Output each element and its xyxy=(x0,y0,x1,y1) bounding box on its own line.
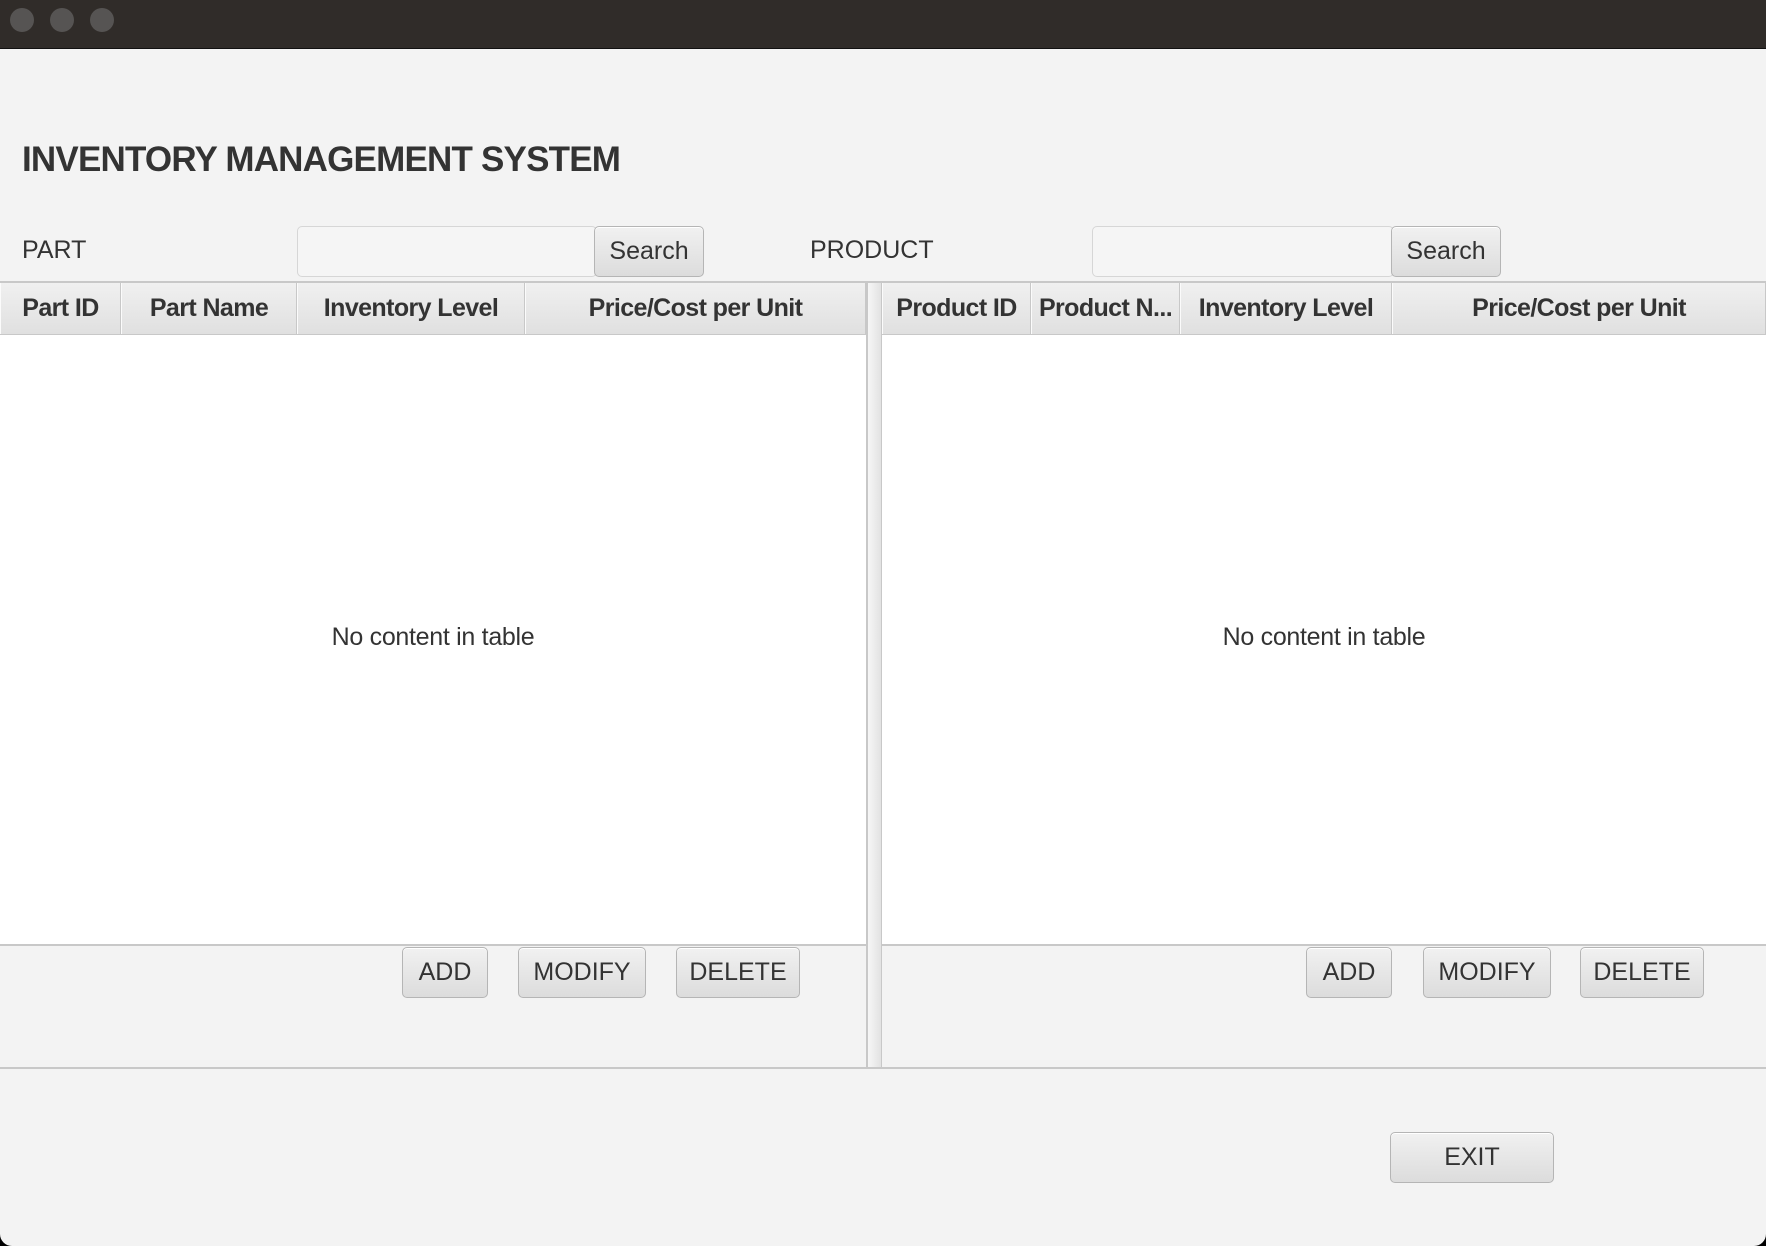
column-header-price[interactable]: Price/Cost per Unit xyxy=(1392,283,1766,334)
split-pane: Part ID Part Name Inventory Level Price/… xyxy=(0,281,1766,1069)
empty-table-message: No content in table xyxy=(1222,623,1426,651)
column-header-inventory-level[interactable]: Inventory Level xyxy=(1180,283,1392,334)
minimize-window-icon[interactable] xyxy=(50,8,74,32)
column-header-product-id[interactable]: Product ID xyxy=(882,283,1031,334)
add-part-button[interactable]: ADD xyxy=(402,947,488,998)
modify-part-button[interactable]: MODIFY xyxy=(518,947,646,998)
modify-product-button[interactable]: MODIFY xyxy=(1423,947,1551,998)
part-search-button[interactable]: Search xyxy=(594,226,704,277)
products-table-header: Product ID Product N... Inventory Level … xyxy=(882,283,1766,335)
parts-table[interactable]: Part ID Part Name Inventory Level Price/… xyxy=(0,283,866,946)
split-pane-divider[interactable] xyxy=(866,283,882,1067)
title-bar xyxy=(0,0,1766,49)
column-header-inventory-level[interactable]: Inventory Level xyxy=(297,283,525,334)
column-header-product-name[interactable]: Product N... xyxy=(1031,283,1180,334)
part-section-label: PART xyxy=(22,236,87,264)
product-section-label: PRODUCT xyxy=(810,236,934,264)
column-header-part-name[interactable]: Part Name xyxy=(121,283,297,334)
close-window-icon[interactable] xyxy=(10,8,34,32)
delete-product-button[interactable]: DELETE xyxy=(1580,947,1704,998)
app-window: INVENTORY MANAGEMENT SYSTEM PART Search … xyxy=(0,0,1766,1246)
column-header-part-id[interactable]: Part ID xyxy=(0,283,121,334)
product-search-button[interactable]: Search xyxy=(1391,226,1501,277)
exit-button[interactable]: EXIT xyxy=(1390,1132,1554,1183)
parts-table-header: Part ID Part Name Inventory Level Price/… xyxy=(0,283,866,335)
page-title: INVENTORY MANAGEMENT SYSTEM xyxy=(22,140,621,179)
delete-part-button[interactable]: DELETE xyxy=(676,947,800,998)
products-table[interactable]: Product ID Product N... Inventory Level … xyxy=(882,283,1766,946)
add-product-button[interactable]: ADD xyxy=(1306,947,1392,998)
maximize-window-icon[interactable] xyxy=(90,8,114,32)
column-header-price[interactable]: Price/Cost per Unit xyxy=(525,283,866,334)
parts-pane: Part ID Part Name Inventory Level Price/… xyxy=(0,283,866,1067)
product-search-input[interactable] xyxy=(1092,226,1394,277)
products-pane: Product ID Product N... Inventory Level … xyxy=(882,283,1766,1067)
empty-table-message: No content in table xyxy=(331,623,535,651)
part-search-input[interactable] xyxy=(297,226,597,277)
